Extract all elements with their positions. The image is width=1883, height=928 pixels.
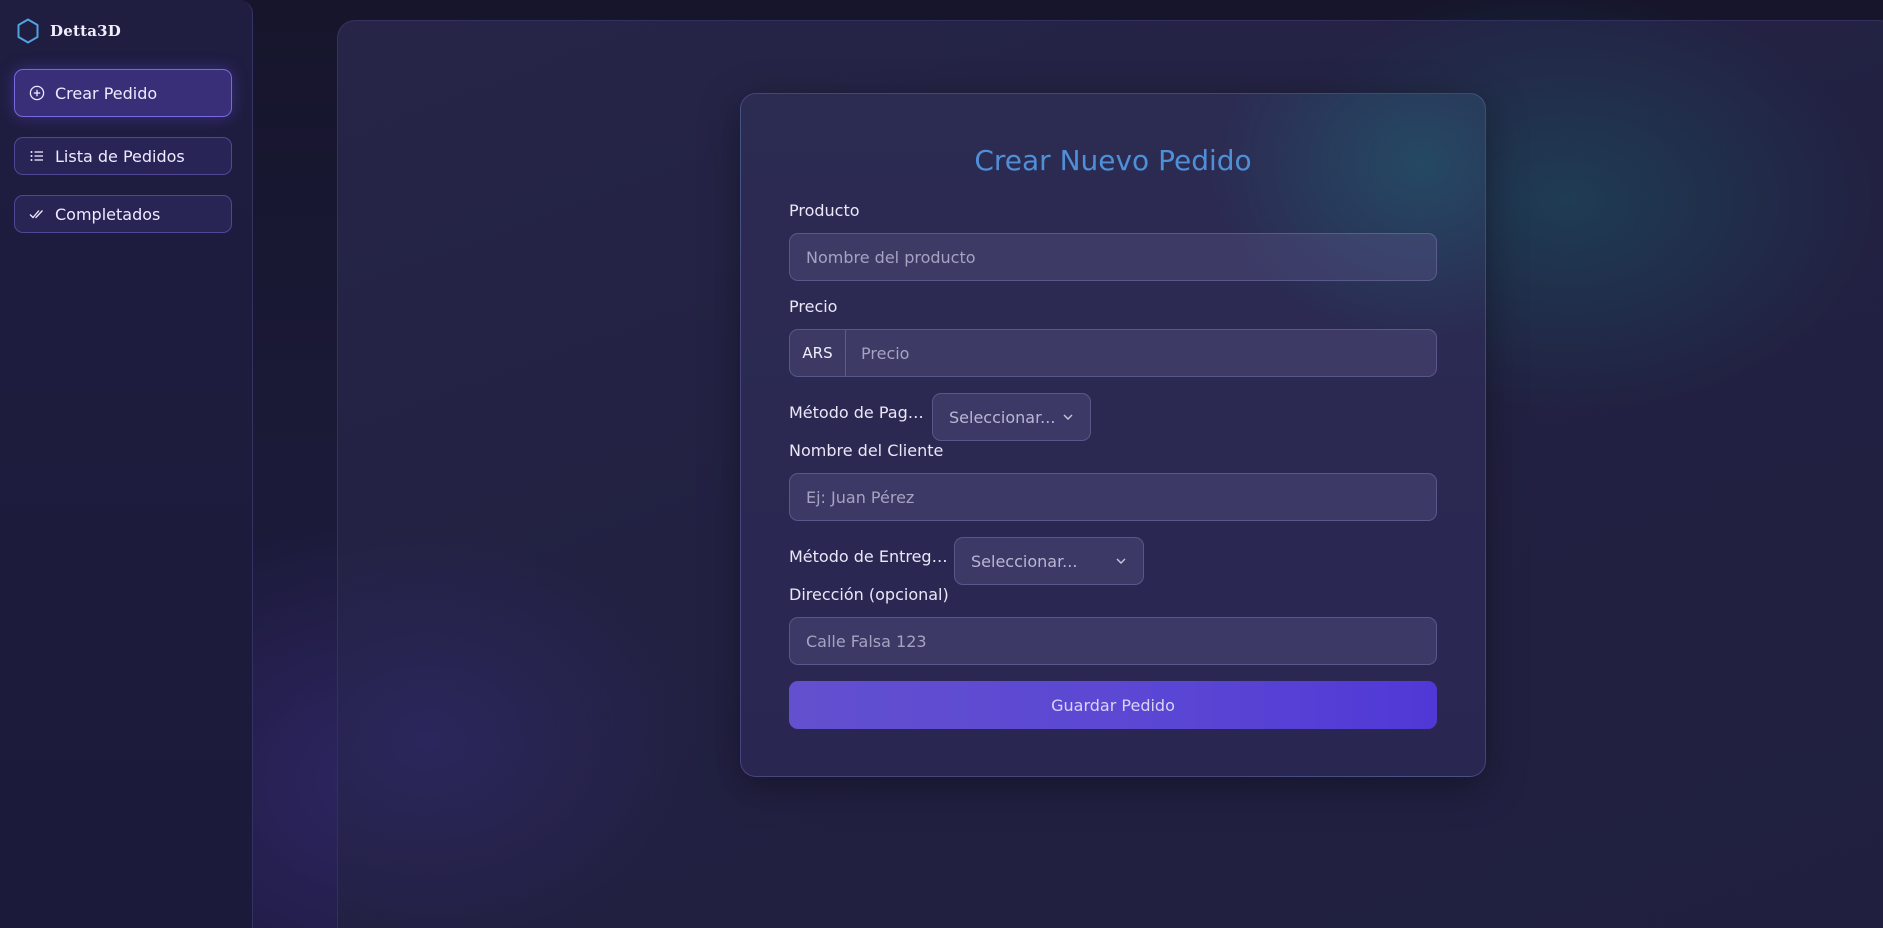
- chevron-down-icon: [1063, 414, 1073, 420]
- sidebar-item-lista-de-pedidos[interactable]: Lista de Pedidos: [14, 137, 232, 175]
- save-order-button[interactable]: Guardar Pedido: [789, 681, 1437, 729]
- list-icon: [30, 151, 43, 161]
- producto-label: Producto: [789, 201, 860, 220]
- sidebar: Detta3D Crear Pedido Lista de Pedidos Co…: [0, 0, 253, 928]
- precio-input-group: ARS: [789, 329, 1437, 377]
- metodo-entrega-value: Seleccionar...: [971, 551, 1078, 571]
- sidebar-item-crear-pedido[interactable]: Crear Pedido: [14, 69, 232, 117]
- currency-addon: ARS: [790, 330, 846, 376]
- sidebar-item-label: Completados: [55, 204, 161, 224]
- precio-label: Precio: [789, 297, 838, 316]
- metodo-entrega-select[interactable]: Seleccionar...: [954, 537, 1144, 585]
- metodo-pago-select[interactable]: Seleccionar...: [932, 393, 1091, 441]
- form-title: Crear Nuevo Pedido: [974, 144, 1252, 177]
- precio-input[interactable]: [846, 330, 1436, 376]
- plus-circle-icon: [29, 85, 45, 101]
- chevron-down-icon: [1116, 558, 1126, 564]
- metodo-pago-value: Seleccionar...: [949, 407, 1056, 427]
- producto-input[interactable]: [789, 233, 1437, 281]
- sidebar-item-completados[interactable]: Completados: [14, 195, 232, 233]
- metodo-pago-label: Método de Pago ...: [789, 403, 932, 422]
- hexagon-logo-icon: [17, 18, 39, 44]
- double-check-icon: [29, 210, 43, 219]
- brand-name: Detta3D: [50, 22, 121, 40]
- direccion-label: Dirección (opcional): [789, 585, 949, 604]
- sidebar-item-label: Lista de Pedidos: [55, 146, 185, 166]
- cliente-label: Nombre del Cliente: [789, 441, 944, 460]
- metodo-entrega-label: Método de Entrega ...: [789, 547, 954, 566]
- brand[interactable]: Detta3D: [16, 18, 121, 44]
- direccion-input[interactable]: [789, 617, 1437, 665]
- cliente-input[interactable]: [789, 473, 1437, 521]
- order-form-card: Crear Nuevo Pedido Producto Precio ARS M…: [740, 93, 1486, 777]
- sidebar-item-label: Crear Pedido: [55, 83, 158, 103]
